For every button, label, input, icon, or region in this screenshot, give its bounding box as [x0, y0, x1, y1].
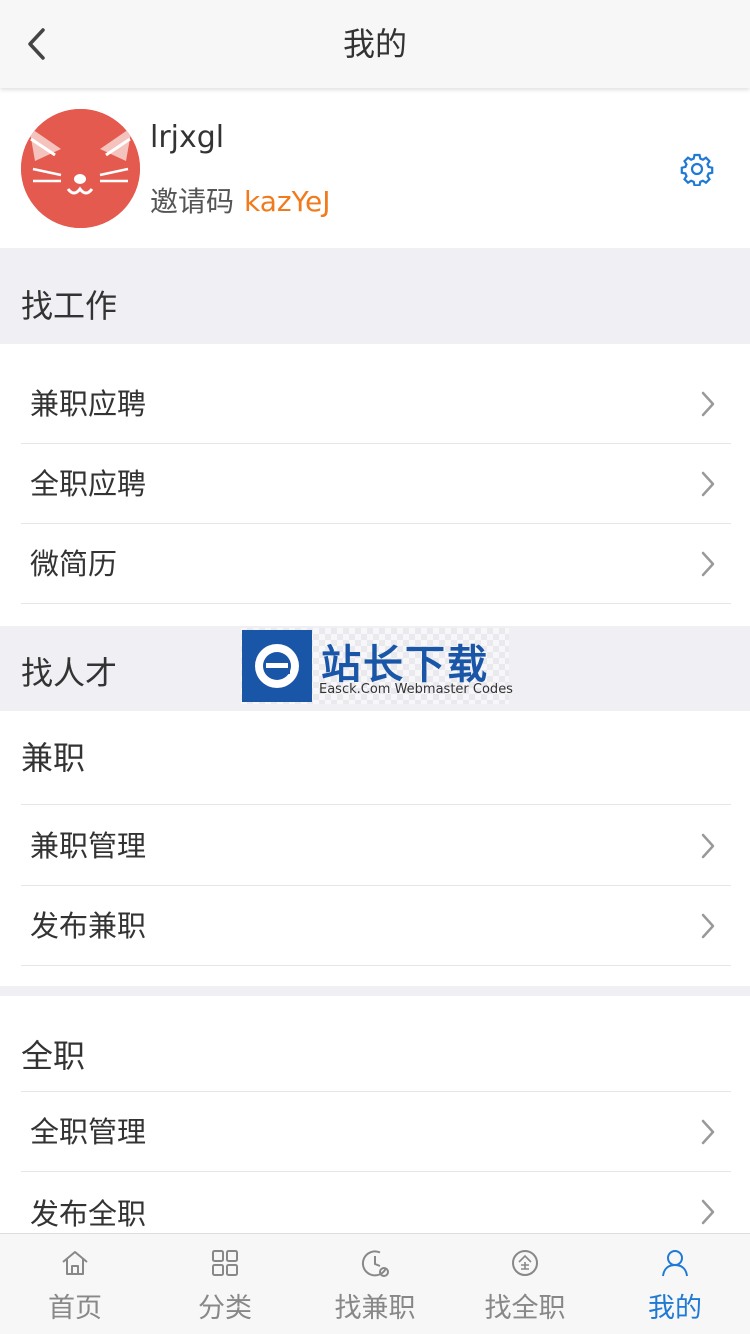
user-icon [662, 1250, 688, 1277]
full-time-icon [512, 1250, 538, 1276]
watermark: 站长下载 Easck.Com Webmaster Codes [241, 628, 513, 704]
grid-icon [212, 1250, 238, 1276]
invite-code-row: 邀请码 kazYeJ [150, 180, 330, 220]
tab-label: 分类 [198, 1293, 252, 1324]
avatar[interactable] [21, 109, 140, 228]
subsection-fulltime: 全职 [0, 998, 750, 1092]
section-title: 找人才 [21, 654, 118, 692]
tab-label: 找全职 [484, 1293, 566, 1324]
invite-code[interactable]: kazYeJ [244, 185, 330, 218]
tab-label: 首页 [48, 1293, 102, 1324]
invite-label: 邀请码 [150, 185, 235, 218]
subsection-parttime: 兼职 [0, 711, 750, 805]
chevron-right-icon [701, 391, 715, 417]
settings-button[interactable] [680, 152, 714, 187]
section-find-job: 找工作 [0, 248, 750, 344]
home-icon [62, 1251, 88, 1275]
watermark-logo [242, 630, 312, 702]
tab-home[interactable]: 首页 [0, 1234, 150, 1334]
list-item-parttime-apply[interactable]: 兼职应聘 [0, 364, 750, 444]
tab-find-parttime[interactable]: 找兼职 [300, 1234, 450, 1334]
list-item-fulltime-manage[interactable]: 全职管理 [0, 1092, 750, 1172]
list-item-parttime-publish[interactable]: 发布兼职 [0, 886, 750, 966]
tab-category[interactable]: 分类 [150, 1234, 300, 1334]
list-item-fulltime-apply[interactable]: 全职应聘 [0, 444, 750, 524]
chevron-right-icon [701, 913, 715, 939]
bottom-tab-bar: 首页 分类 找兼职 找全职 我的 [0, 1233, 750, 1334]
list-item-label: 兼职管理 [30, 829, 147, 863]
top-navigation-bar: 我的 [0, 0, 750, 88]
list-item-label: 全职管理 [30, 1115, 147, 1149]
profile-card: lrjxgl 邀请码 kazYeJ [0, 88, 750, 248]
list-item-label: 发布兼职 [30, 909, 147, 943]
easck-logo-icon [255, 644, 299, 688]
tab-label: 我的 [648, 1293, 702, 1324]
username: lrjxgl [150, 120, 225, 155]
list-item-label: 全职应聘 [30, 467, 147, 501]
subsection-title: 兼职 [21, 739, 86, 777]
chevron-right-icon [701, 1119, 715, 1145]
tab-find-fulltime[interactable]: 找全职 [450, 1234, 600, 1334]
list-item-label: 兼职应聘 [30, 387, 147, 421]
section-title: 找工作 [21, 287, 118, 325]
chevron-right-icon [701, 471, 715, 497]
watermark-subtitle: Easck.Com Webmaster Codes [319, 682, 513, 697]
cat-avatar-icon [21, 109, 140, 228]
section-gap [0, 986, 750, 996]
tab-label: 找兼职 [334, 1293, 416, 1324]
chevron-right-icon [701, 551, 715, 577]
gear-icon [680, 153, 714, 187]
list-item-micro-resume[interactable]: 微简历 [0, 524, 750, 604]
chevron-right-icon [701, 833, 715, 859]
list-item-label: 微简历 [30, 547, 118, 581]
chevron-right-icon [701, 1199, 715, 1225]
tab-mine[interactable]: 我的 [600, 1234, 750, 1334]
clock-icon [361, 1250, 389, 1277]
page-title: 我的 [342, 25, 407, 63]
list-item-parttime-manage[interactable]: 兼职管理 [0, 806, 750, 886]
